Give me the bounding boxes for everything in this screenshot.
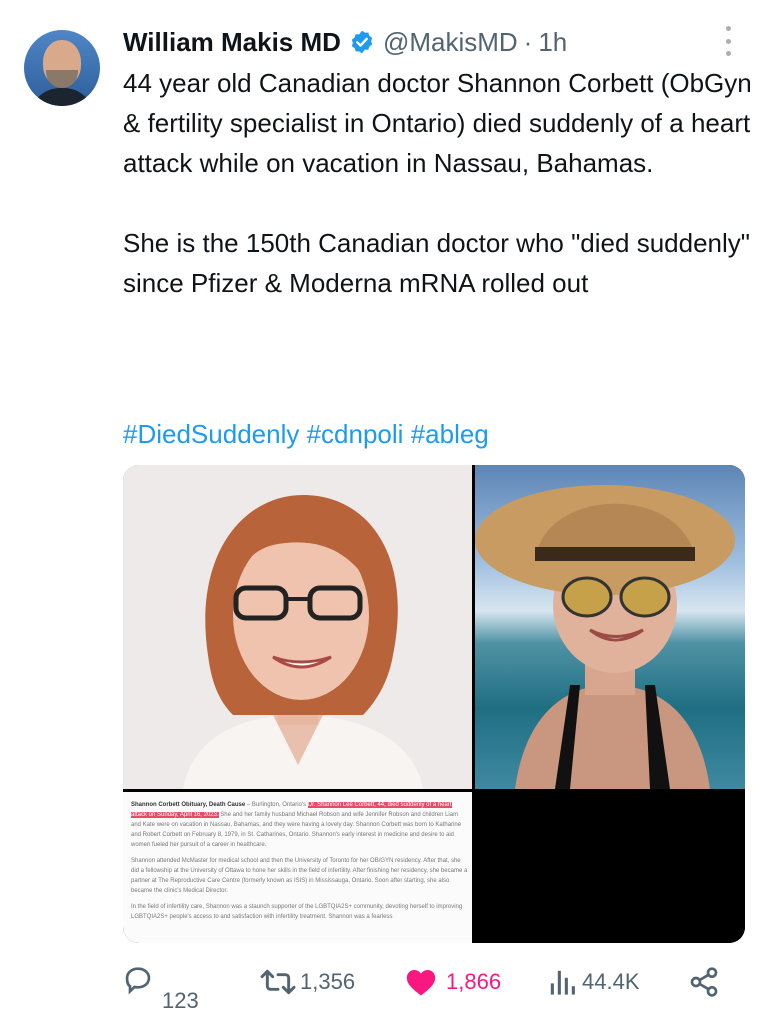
author-handle[interactable]: @MakisMD — [383, 27, 518, 58]
media-grid: Shannon Corbett Obituary, Death Cause – … — [123, 465, 745, 943]
portrait-illustration — [123, 465, 472, 789]
obituary-paragraph-2: Shannon attended McMaster for medical sc… — [131, 858, 468, 894]
reply-count: 123 — [162, 988, 199, 1013]
obituary-article-screenshot[interactable]: Shannon Corbett Obituary, Death Cause – … — [123, 792, 472, 943]
repost-count: 1,356 — [300, 969, 356, 994]
tweet-time[interactable]: 1h — [538, 27, 567, 58]
like-count: 1,866 — [446, 969, 502, 994]
like-icon — [406, 969, 436, 996]
avatar-shirt — [30, 88, 94, 106]
obituary-text: Shannon Corbett Obituary, Death Cause – … — [131, 800, 469, 928]
obituary-heading: Shannon Corbett Obituary, Death Cause — [131, 802, 246, 808]
like-button[interactable]: 1,866 — [404, 966, 501, 998]
avatar[interactable] — [24, 30, 100, 106]
beach-photo[interactable] — [475, 465, 745, 789]
reply-button[interactable] — [122, 964, 154, 996]
views-button[interactable]: 44.4K — [548, 966, 640, 998]
reply-icon — [125, 967, 151, 995]
author-name[interactable]: William Makis MD — [123, 27, 341, 58]
action-bar: 123 1,356 1,866 44.4K — [0, 962, 768, 1013]
beach-illustration — [475, 485, 735, 789]
share-button[interactable] — [688, 966, 720, 998]
tweet-paragraph-2: She is the 150th Canadian doctor who "di… — [123, 228, 750, 298]
black-image[interactable] — [475, 792, 745, 943]
tweet-text: 44 year old Canadian doctor Shannon Corb… — [123, 63, 753, 303]
tweet-paragraph-1: 44 year old Canadian doctor Shannon Corb… — [123, 68, 752, 178]
more-options-icon[interactable] — [716, 26, 740, 56]
obituary-paragraph-3: In the field of infertility care, Shanno… — [131, 904, 463, 920]
views-count: 44.4K — [582, 969, 640, 994]
obituary-text-a: – Burlington, Ontario's — [245, 802, 308, 808]
avatar-beard — [46, 70, 78, 88]
share-icon — [690, 967, 718, 997]
hashtag-link[interactable]: #DiedSuddenly — [123, 419, 299, 449]
portrait-photo[interactable] — [123, 465, 472, 789]
hashtag-link[interactable]: #cdnpoli — [307, 419, 404, 449]
verified-badge-icon — [351, 30, 373, 54]
tweet-header: William Makis MD @MakisMD · 1h — [123, 26, 567, 58]
repost-icon — [260, 969, 296, 995]
repost-button[interactable]: 1,356 — [258, 966, 355, 998]
separator-dot: · — [523, 26, 533, 57]
hashtags: #DiedSuddenly #cdnpoli #ableg — [123, 414, 489, 454]
views-icon — [550, 970, 575, 995]
hashtag-link[interactable]: #ableg — [411, 419, 489, 449]
